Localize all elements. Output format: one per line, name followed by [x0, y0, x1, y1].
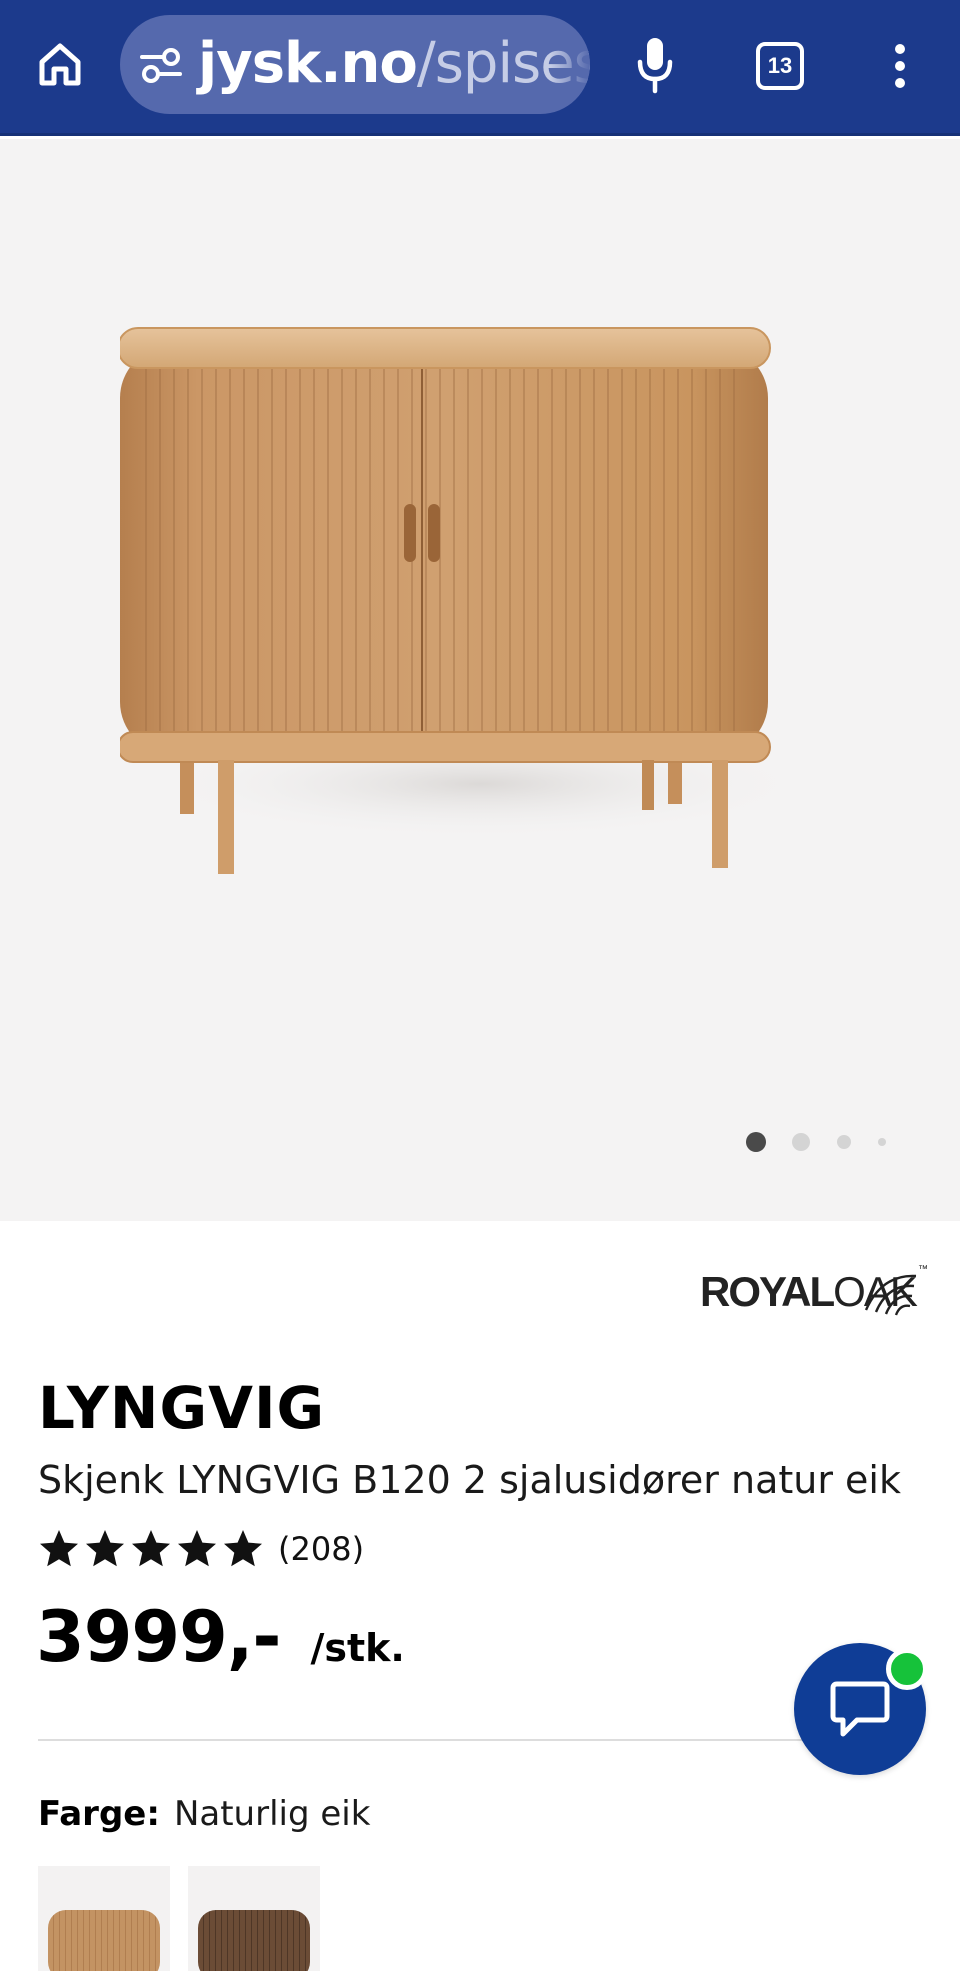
price-row: 3999,- /stk. — [36, 1596, 405, 1678]
swatch-image — [198, 1910, 310, 1971]
color-label: Farge: — [38, 1794, 160, 1834]
color-swatch-dark-oak[interactable] — [188, 1866, 320, 1971]
chat-bubble-icon — [830, 1681, 890, 1737]
star-icon — [132, 1530, 170, 1567]
pagination-dot[interactable] — [792, 1133, 810, 1151]
product-rating[interactable]: (208) — [38, 1526, 364, 1572]
product-title: LYNGVIG — [38, 1374, 326, 1442]
svg-text:™: ™ — [918, 1264, 928, 1275]
review-count[interactable]: (208) — [278, 1530, 364, 1568]
product-price: 3999,- — [36, 1596, 281, 1678]
product-description: Skjenk LYNGVIG B120 2 sjalusidører natur… — [38, 1458, 901, 1502]
home-icon[interactable] — [28, 32, 92, 96]
swatch-image — [48, 1910, 160, 1971]
color-value: Naturlig eik — [173, 1794, 371, 1834]
site-settings-icon[interactable] — [140, 45, 182, 85]
star-icon — [178, 1530, 216, 1567]
price-unit: /stk. — [310, 1626, 405, 1670]
product-gallery[interactable] — [0, 139, 960, 1221]
url-text[interactable]: jysk.no/spisest — [198, 29, 590, 99]
url-fade — [550, 15, 590, 114]
address-bar[interactable]: jysk.no/spisest — [120, 15, 590, 114]
star-icon — [40, 1530, 78, 1567]
pagination-dot-active[interactable] — [746, 1132, 766, 1152]
tab-switcher-button[interactable]: 13 — [756, 42, 804, 90]
pagination-dot[interactable] — [837, 1135, 851, 1149]
star-icon — [224, 1530, 262, 1567]
color-selector: Farge: Naturlig eik — [38, 1794, 370, 1834]
brand-logo[interactable]: ROYALOAK ™ — [700, 1260, 930, 1326]
pagination-dot[interactable] — [878, 1138, 886, 1146]
divider — [38, 1739, 918, 1741]
online-status-indicator — [886, 1648, 928, 1690]
color-swatch-natural-oak[interactable] — [38, 1866, 170, 1971]
brand-logo-mark: ™ — [864, 1264, 928, 1316]
microphone-icon[interactable] — [624, 30, 686, 100]
browser-toolbar: jysk.no/spisest 13 — [0, 0, 960, 136]
more-menu-icon[interactable] — [882, 38, 918, 94]
product-image[interactable] — [120, 314, 840, 874]
url-domain: jysk.no — [198, 31, 418, 96]
star-icon — [86, 1530, 124, 1567]
gallery-pagination — [746, 1126, 896, 1156]
rating-stars — [38, 1528, 264, 1570]
tab-count: 13 — [767, 53, 793, 78]
